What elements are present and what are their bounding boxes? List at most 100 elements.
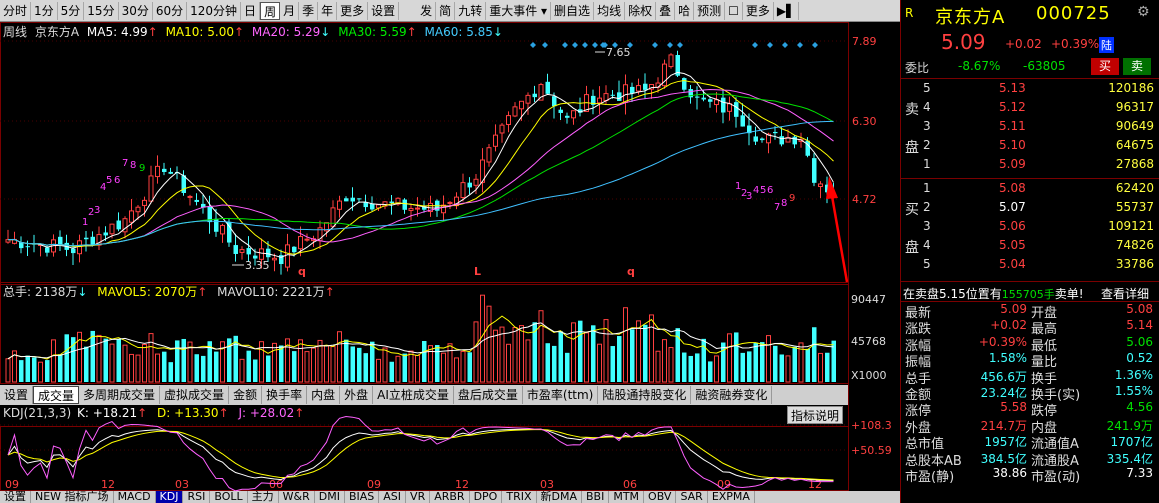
volume-bar	[5, 358, 11, 383]
sell-button[interactable]: 卖	[1123, 58, 1151, 75]
sequence-number: 6	[767, 185, 773, 196]
tab-2[interactable]: 多周期成交量	[79, 386, 161, 404]
buy-button[interactable]: 买	[1091, 58, 1119, 75]
bottom-tab-11[interactable]: VR	[406, 491, 431, 503]
kline-chart[interactable]: 7.896.304.729044745768X1000+108.3+50.590…	[0, 22, 900, 502]
toolbar-right-item-6[interactable]: 除权	[625, 1, 657, 20]
toolbar-right-item-4[interactable]: 删自选	[551, 1, 595, 20]
bottom-tab-9[interactable]: BIAS	[345, 491, 380, 503]
tab-9[interactable]: 盘后成交量	[454, 386, 523, 404]
candle-body	[402, 199, 407, 210]
bottom-tab-7[interactable]: W&R	[279, 491, 315, 503]
candle-body	[753, 136, 758, 142]
tab-6[interactable]: 内盘	[307, 386, 341, 404]
bid-level: 5	[923, 257, 931, 271]
volume-bar	[395, 355, 401, 383]
volume-bar	[818, 352, 823, 383]
ask-level: 4	[923, 100, 931, 114]
bottom-tab-1[interactable]: NEW 指标广场	[31, 491, 114, 503]
month-label-5: 12	[455, 478, 469, 491]
candle-body	[272, 257, 277, 261]
volume-bar	[129, 353, 134, 383]
candle-body	[239, 249, 245, 253]
toolbar-item-4[interactable]: 30分	[119, 1, 153, 20]
candle-body	[344, 198, 349, 202]
toolbar-right-item-3[interactable]: 重大事件 ▾	[486, 1, 552, 20]
tab-0[interactable]: 设置	[0, 386, 34, 404]
bottom-tab-20[interactable]: EXPMA	[708, 491, 755, 503]
tab-11[interactable]: 陆股通持股变化	[598, 386, 692, 404]
tab-5[interactable]: 换手率	[262, 386, 308, 404]
toolbar-item-11[interactable]: 年	[318, 1, 338, 20]
toolbar-item-13[interactable]: 设置	[368, 1, 400, 20]
tab-8[interactable]: AI立桩成交量	[373, 386, 454, 404]
ask-level: 2	[923, 138, 931, 152]
toolbar-right-item-1[interactable]: 简	[436, 1, 456, 20]
tab-7[interactable]: 外盘	[340, 386, 374, 404]
bottom-tab-19[interactable]: SAR	[676, 491, 708, 503]
panel-toggle-icon[interactable]: ▶▌	[774, 1, 800, 20]
toolbar-item-2[interactable]: 5分	[58, 1, 85, 20]
toolbar-item-6[interactable]: 120分钟	[187, 1, 242, 20]
toolbar-right-item-2[interactable]: 九转	[455, 1, 487, 20]
bottom-tab-3[interactable]: KDJ	[155, 491, 184, 503]
bottom-tab-16[interactable]: BBI	[582, 491, 610, 503]
bottom-tab-17[interactable]: MTM	[609, 491, 645, 503]
stat-value2-0: 5.08	[1126, 302, 1153, 316]
toolbar-item-1[interactable]: 1分	[31, 1, 58, 20]
bottom-tab-18[interactable]: OBV	[644, 491, 677, 503]
tab-1[interactable]: 成交量	[33, 386, 80, 404]
toolbar-right-item-9[interactable]: 预测	[694, 1, 726, 20]
volume-bar	[565, 352, 570, 382]
volume-bar	[357, 347, 362, 382]
candle-body	[148, 175, 154, 202]
bottom-tab-14[interactable]: TRIX	[502, 491, 537, 503]
bid-row-0: 1 5.08 62420	[901, 180, 1159, 197]
bottom-tab-12[interactable]: ARBR	[430, 491, 470, 503]
toolbar-item-10[interactable]: 季	[299, 1, 319, 20]
toolbar-item-5[interactable]: 60分	[153, 1, 188, 20]
volume-bar	[760, 342, 765, 382]
stat-value2-9: 335.4亿	[1106, 451, 1153, 466]
stat-value2-5: 1.55%	[1114, 384, 1153, 398]
toolbar-item-8[interactable]: 周	[260, 1, 281, 20]
sequence-number: 3	[746, 191, 752, 202]
toolbar-right-item-8[interactable]: 哈	[675, 1, 695, 20]
volume-bar	[175, 340, 180, 382]
bottom-tab-15[interactable]: 新DMA	[537, 491, 582, 503]
toolbar-right-item-10[interactable]: ☐	[725, 1, 743, 20]
toolbar-item-12[interactable]: 更多	[337, 1, 369, 20]
bottom-tab-8[interactable]: DMI	[315, 491, 345, 503]
bottom-tab-5[interactable]: BOLL	[210, 491, 248, 503]
view-detail-link[interactable]: 查看详细	[1101, 285, 1149, 302]
bottom-tab-6[interactable]: 主力	[248, 491, 279, 503]
ask-side-label-1: 盘	[905, 140, 919, 156]
bottom-tab-2[interactable]: MACD	[114, 491, 156, 503]
tab-3[interactable]: 虚拟成交量	[160, 386, 230, 404]
candle-body	[460, 182, 466, 198]
volume-bar	[441, 352, 446, 383]
tab-12[interactable]: 融资融券变化	[691, 386, 773, 404]
toolbar-item-3[interactable]: 15分	[84, 1, 119, 20]
toolbar-item-7[interactable]: 日	[241, 1, 261, 20]
sequence-number: 5	[760, 185, 766, 196]
volume-bar	[363, 353, 368, 382]
bottom-tab-10[interactable]: ASI	[379, 491, 407, 503]
toolbar-right-item-7[interactable]: 叠	[656, 1, 676, 20]
toolbar-item-9[interactable]: 月	[280, 1, 300, 20]
candle-body	[304, 238, 310, 241]
gear-icon[interactable]: ⚙	[1137, 4, 1150, 20]
candle-body	[220, 224, 225, 235]
volume-bar	[109, 343, 115, 383]
toolbar-item-0[interactable]: 分时	[0, 1, 32, 20]
indicator-help-button[interactable]: 指标说明	[787, 406, 843, 424]
bottom-tab-4[interactable]: RSI	[183, 491, 211, 503]
tab-10[interactable]: 市盈率(ttm)	[523, 386, 599, 404]
tab-4[interactable]: 金额	[229, 386, 263, 404]
toolbar-right-item-11[interactable]: 更多	[743, 1, 774, 20]
bottom-tab-13[interactable]: DPO	[470, 491, 503, 503]
toolbar-right-item-5[interactable]: 均线	[594, 1, 626, 20]
price-axis-label-1: 6.30	[852, 115, 877, 128]
bottom-tab-0[interactable]: 设置	[0, 491, 31, 503]
toolbar-right-item-0[interactable]: 发	[417, 1, 437, 20]
